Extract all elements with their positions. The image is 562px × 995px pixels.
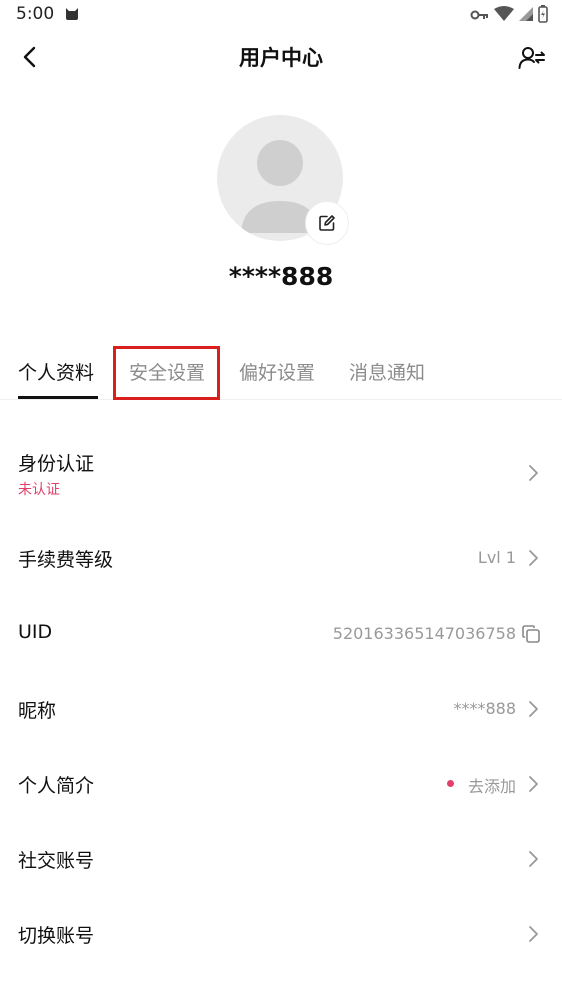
verification-status: 未认证 <box>18 482 60 498</box>
row-switch-account[interactable]: 切换账号 <box>0 906 562 961</box>
avatar-section <box>217 115 349 245</box>
row-label: 手续费等级 <box>18 549 114 571</box>
edit-icon <box>319 215 335 231</box>
wifi-icon <box>494 6 514 26</box>
chevron-right-icon <box>529 465 538 481</box>
tab-personal-info[interactable]: 个人资料 <box>18 358 94 385</box>
chevron-right-icon <box>529 926 538 942</box>
chevron-right-icon <box>529 776 538 792</box>
unfilled-dot-indicator <box>447 780 454 787</box>
status-icons <box>470 5 548 27</box>
row-uid: UID 520163365147036758 <box>0 606 562 661</box>
row-label: 昵称 <box>18 700 57 722</box>
status-time: 5:00 <box>16 4 55 24</box>
vpn-key-icon <box>470 7 490 26</box>
row-identity-verification[interactable]: 身份认证 未认证 <box>0 440 562 510</box>
row-label: 身份认证 <box>18 453 95 475</box>
switch-user-button[interactable] <box>516 42 548 74</box>
row-fee-level[interactable]: 手续费等级 Lvl 1 <box>0 530 562 585</box>
chevron-right-icon <box>529 550 538 566</box>
row-label: 个人简介 <box>18 775 95 797</box>
row-label: UID <box>18 621 53 643</box>
tab-preference-settings[interactable]: 偏好设置 <box>239 358 315 385</box>
user-switch-icon <box>518 47 545 69</box>
page-title: 用户中心 <box>239 46 323 70</box>
status-bar: 5:00 <box>0 0 562 30</box>
battery-icon <box>538 5 548 27</box>
fee-level-value: Lvl 1 <box>477 548 516 567</box>
nav-bar: 用户中心 <box>0 30 562 84</box>
tab-notifications[interactable]: 消息通知 <box>349 358 425 385</box>
uid-value: 520163365147036758 <box>332 624 516 643</box>
bio-add-value: 去添加 <box>467 777 516 796</box>
cat-icon <box>64 5 80 25</box>
row-bio[interactable]: 个人简介 去添加 <box>0 756 562 811</box>
row-label: 社交账号 <box>18 850 95 872</box>
edit-avatar-button[interactable] <box>305 201 349 245</box>
profile-tabs: 个人资料 安全设置 偏好设置 消息通知 <box>0 350 562 400</box>
copy-icon[interactable] <box>520 623 542 645</box>
row-label: 切换账号 <box>18 925 95 947</box>
active-tab-indicator <box>18 396 98 399</box>
nickname-value: ****888 <box>453 699 516 718</box>
highlight-box <box>113 346 220 400</box>
chevron-right-icon <box>529 701 538 717</box>
signal-icon <box>518 6 534 26</box>
row-nickname[interactable]: 昵称 ****888 <box>0 681 562 736</box>
username: ****888 <box>228 262 334 291</box>
chevron-right-icon <box>529 851 538 867</box>
row-social-accounts[interactable]: 社交账号 <box>0 831 562 886</box>
